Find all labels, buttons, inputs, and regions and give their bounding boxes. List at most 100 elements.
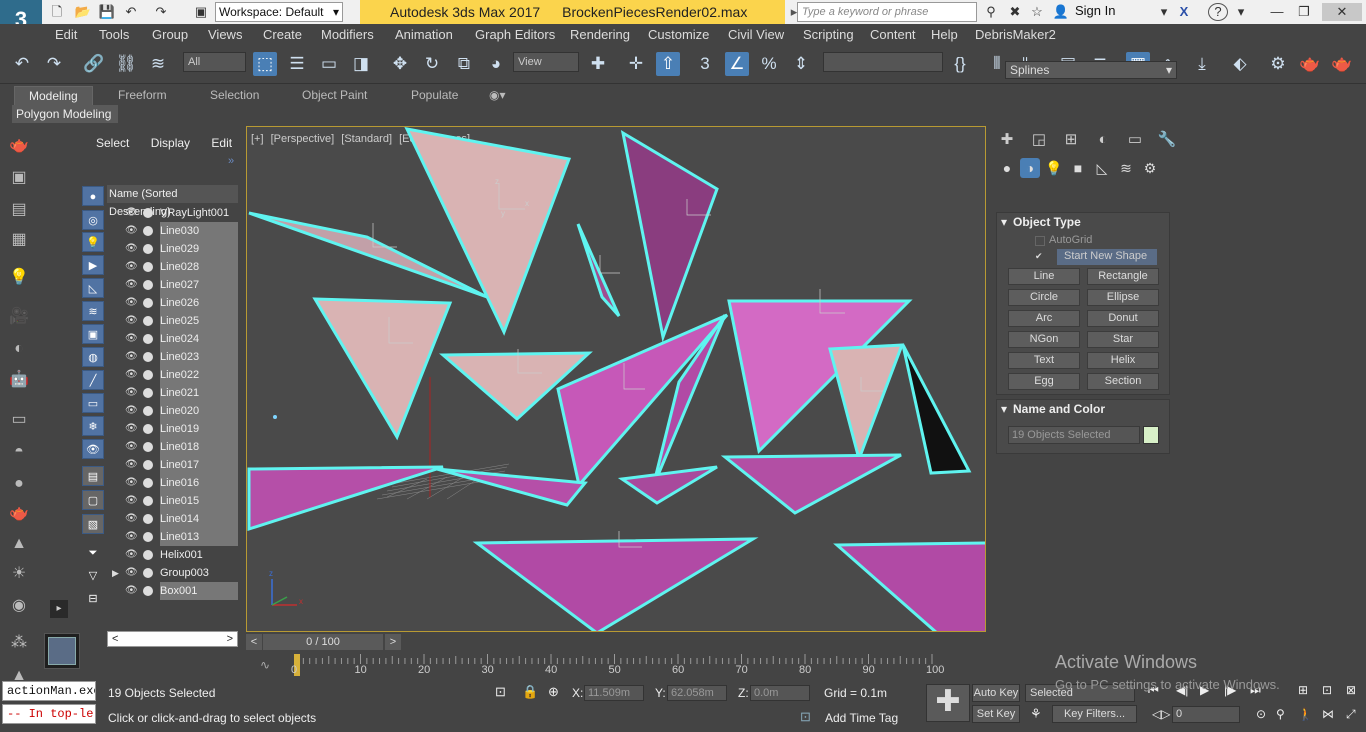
visibility-eye-icon[interactable]: 👁 [125, 330, 139, 348]
line-button[interactable]: Line [1008, 268, 1080, 285]
ribbon-options-icon[interactable]: ◉▾ [489, 88, 506, 102]
utilities-tab-icon[interactable]: 🔧 [1154, 129, 1180, 151]
key-filters-button[interactable]: Key Filters... [1052, 705, 1137, 723]
scene-explorer-row[interactable]: 👁 Line013 [107, 528, 238, 546]
systems-category-icon[interactable]: ⚙ [1140, 158, 1160, 178]
y-coordinate-field[interactable]: 62.058m [667, 685, 727, 701]
dome-icon[interactable]: ◓ [8, 441, 30, 463]
ribbon-polygon-modeling[interactable]: Polygon Modeling [12, 105, 118, 123]
help-icon[interactable]: ? [1208, 3, 1228, 21]
tab-object-paint[interactable]: Object Paint [302, 88, 367, 102]
spinner-snap-icon[interactable]: ⇕ [789, 52, 813, 76]
keyboard-shortcut-override-icon[interactable]: ⇧ [656, 52, 680, 76]
redo-icon[interactable]: ↷ [42, 52, 66, 76]
menu-content[interactable]: Content [870, 27, 916, 42]
favorites-star-icon[interactable]: ☆ [1028, 3, 1046, 21]
filter-frozen-icon[interactable]: ❄ [82, 416, 104, 436]
time-slider[interactable]: < 0 / 100 > [246, 634, 986, 652]
rendered-frame-window-icon[interactable]: 🫖 [1298, 52, 1322, 76]
angle-snap-icon[interactable]: ∠ [725, 52, 749, 76]
zoom-all-icon[interactable]: ⊞ [1298, 683, 1308, 697]
filter-shapes-icon[interactable]: ◎ [82, 210, 104, 230]
x-coordinate-field[interactable]: 11.509m [584, 685, 644, 701]
scene-explorer-row[interactable]: 👁 Line020 [107, 402, 238, 420]
filter-spacewarps-icon[interactable]: ≋ [82, 301, 104, 321]
time-tag-icon[interactable]: ⊡ [800, 709, 811, 725]
walk-through-icon[interactable]: 🚶 [1298, 707, 1313, 721]
sign-in-dropdown-icon[interactable]: ▾ [1155, 3, 1173, 21]
menu-rendering[interactable]: Rendering [570, 27, 630, 42]
move-icon[interactable]: ✥ [388, 52, 412, 76]
filter-hidden-icon[interactable]: 👁 [82, 439, 104, 459]
render-setup-icon[interactable]: ⚙ [1266, 52, 1290, 76]
time-configuration-icon[interactable]: ⊙ [1256, 707, 1266, 721]
spacewarps-category-icon[interactable]: ≋ [1116, 158, 1136, 178]
absolute-mode-icon[interactable]: ⊕ [548, 684, 559, 700]
minimize-icon[interactable]: — [1268, 3, 1286, 21]
menu-animation[interactable]: Animation [395, 27, 453, 42]
scene-explorer-row[interactable]: 👁 Line017 [107, 456, 238, 474]
select-manipulate-icon[interactable]: ✛ [624, 52, 648, 76]
visibility-eye-icon[interactable]: 👁 [125, 258, 139, 276]
sphere-icon[interactable]: ● [8, 473, 30, 495]
visibility-eye-icon[interactable]: 👁 [125, 312, 139, 330]
freeze-dot-icon[interactable] [143, 352, 153, 362]
debris-piece[interactable] [472, 537, 759, 632]
scene-explorer-row[interactable]: 👁 Line026 [107, 294, 238, 312]
curve-editor-mini-icon[interactable]: ∿ [260, 658, 270, 672]
set-key-big-icon[interactable]: ✚ [926, 684, 970, 722]
visibility-eye-icon[interactable]: 👁 [125, 546, 139, 564]
viewport-layout-button[interactable] [44, 633, 80, 669]
sun-icon[interactable]: ☀ [8, 563, 30, 585]
donut-button[interactable]: Donut [1087, 310, 1159, 327]
lights-category-icon[interactable]: 💡 [1044, 158, 1064, 178]
scene-explorer-row[interactable]: 👁 Line018 [107, 438, 238, 456]
rectangle-button[interactable]: Rectangle [1087, 268, 1159, 285]
freeze-dot-icon[interactable] [143, 262, 153, 272]
edit-named-selection-icon[interactable]: {} [948, 52, 972, 76]
visibility-eye-icon[interactable]: 👁 [125, 420, 139, 438]
hierarchy-tab-icon[interactable]: ⊞ [1058, 129, 1084, 151]
debris-piece[interactable] [576, 223, 621, 318]
project-folder-icon[interactable]: ▣ [192, 3, 210, 21]
time-slider-prev-icon[interactable]: < [246, 634, 262, 650]
tab-freeform[interactable]: Freeform [118, 88, 167, 102]
scene-explorer-row[interactable]: 👁 Line028 [107, 258, 238, 276]
debris-piece[interactable] [617, 465, 718, 505]
helix-button[interactable]: Helix [1087, 352, 1159, 369]
visibility-eye-icon[interactable]: 👁 [125, 528, 139, 546]
vraylight-marker[interactable] [273, 415, 277, 419]
freeze-dot-icon[interactable] [143, 514, 153, 524]
visibility-eye-icon[interactable]: 👁 [125, 240, 139, 258]
link-icon[interactable]: 🔗 [82, 52, 106, 76]
name-and-color-header[interactable]: Name and Color [997, 400, 1169, 418]
debris-piece[interactable] [620, 129, 719, 343]
scene-explorer-row[interactable]: 👁 Line025 [107, 312, 238, 330]
scene-explorer-hscroll[interactable]: < > [107, 631, 238, 647]
debris-piece[interactable] [833, 541, 986, 632]
visibility-eye-icon[interactable]: 👁 [125, 204, 139, 222]
filter-containers-icon[interactable]: ▭ [82, 393, 104, 413]
freeze-dot-icon[interactable] [143, 550, 153, 560]
binoculars-icon[interactable]: ⚲ [982, 3, 1000, 21]
geometry-category-icon[interactable]: ● [997, 158, 1017, 178]
circle-button[interactable]: Circle [1008, 289, 1080, 306]
material-editor-icon[interactable]: ▣ [8, 167, 30, 189]
filter-bones-icon[interactable]: ╱ [82, 370, 104, 390]
menu-help[interactable]: Help [931, 27, 958, 42]
modify-tab-icon[interactable]: ◲ [1026, 129, 1052, 151]
freeze-dot-icon[interactable] [143, 370, 153, 380]
pivot-center-icon[interactable]: ✚ [586, 52, 610, 76]
autogrid-checkbox[interactable] [1035, 236, 1045, 246]
render-icon[interactable]: ◐ [8, 338, 30, 360]
filter-geometry-icon[interactable]: ● [82, 186, 104, 206]
key-mode-toggle-icon[interactable]: ◁▷ [1152, 707, 1170, 721]
tab-populate[interactable]: Populate [411, 88, 458, 102]
ellipse-button[interactable]: Ellipse [1087, 289, 1159, 306]
unlink-icon[interactable]: ⛓ [114, 52, 138, 76]
schematic-view-icon[interactable]: ⬖ [1228, 52, 1252, 76]
field-of-view-icon[interactable]: ⋈ [1322, 707, 1334, 721]
close-icon[interactable]: ✕ [1322, 3, 1362, 21]
select-by-name-icon[interactable]: ☰ [285, 52, 309, 76]
freeze-dot-icon[interactable] [143, 334, 153, 344]
